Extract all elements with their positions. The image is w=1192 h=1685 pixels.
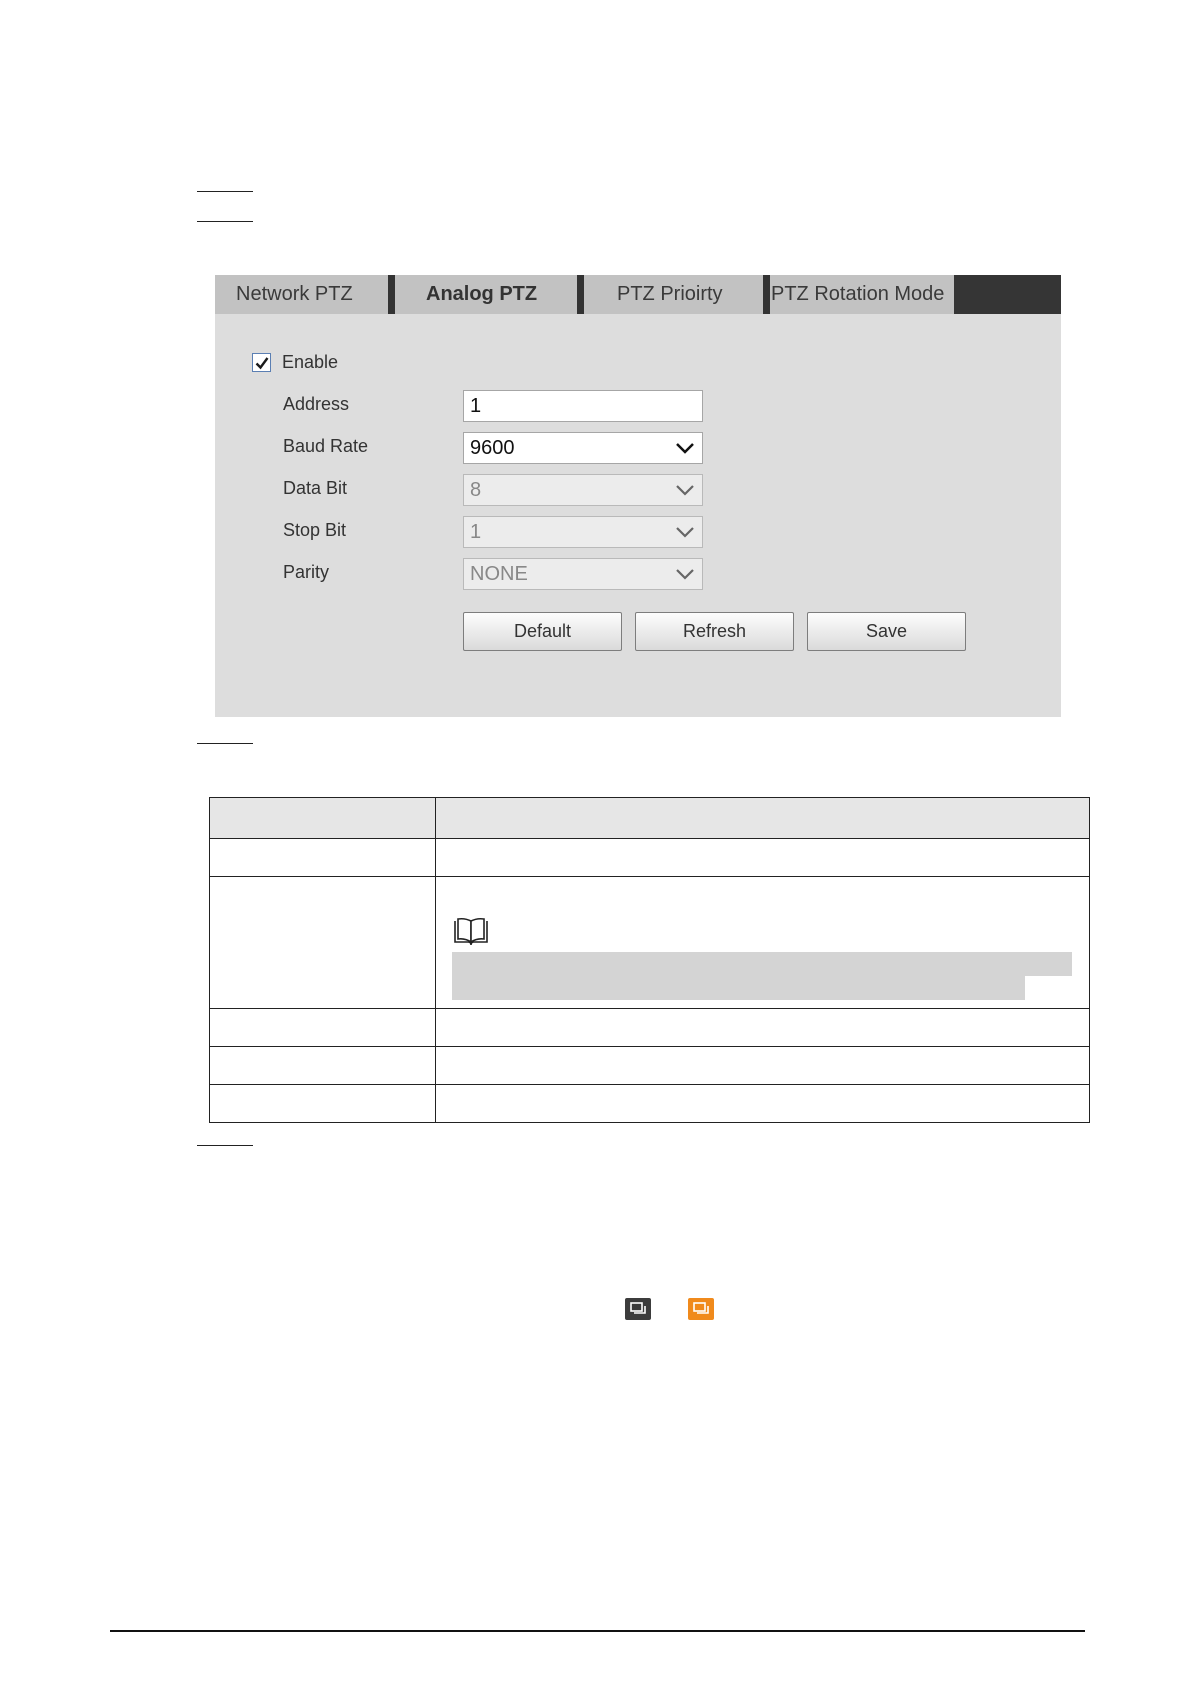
baud-rate-select[interactable]: 9600	[463, 432, 703, 464]
ptz-control-icon	[625, 1298, 651, 1320]
chevron-down-icon	[676, 527, 694, 538]
checkmark-icon	[255, 356, 269, 369]
enable-checkbox[interactable]	[252, 352, 271, 372]
address-label: Address	[283, 394, 350, 414]
table-cell	[435, 1008, 1090, 1047]
table-header-row	[209, 797, 1090, 839]
enable-label: Enable	[282, 351, 339, 372]
table-cell	[209, 1046, 436, 1085]
table-cell	[209, 838, 436, 877]
chevron-down-icon	[676, 443, 694, 454]
baud-rate-label: Baud Rate	[283, 436, 369, 456]
table-row	[209, 876, 1090, 1009]
table-cell	[209, 1008, 436, 1047]
tab-analog-ptz[interactable]: Analog PTZ	[426, 275, 537, 314]
chevron-down-icon	[676, 569, 694, 580]
table-cell	[209, 1084, 436, 1123]
tab-ptz-rotation-mode[interactable]: PTZ Rotation Mode	[771, 275, 944, 314]
address-input[interactable]: 1	[463, 390, 703, 422]
baud-rate-value: 9600	[470, 437, 515, 459]
parameter-table	[209, 797, 1090, 1123]
table-header-cell	[209, 797, 436, 839]
tab-separator	[763, 275, 770, 314]
stop-bit-select[interactable]: 1	[463, 516, 703, 548]
tab-bar-filler	[954, 275, 1061, 314]
parity-select[interactable]: NONE	[463, 558, 703, 590]
table-row	[209, 1008, 1090, 1047]
default-button[interactable]: Default	[463, 612, 622, 651]
enable-row: Enable	[252, 351, 338, 373]
table-cell	[435, 838, 1090, 877]
table-header-cell	[435, 797, 1090, 839]
note-highlight	[452, 976, 1025, 1000]
tab-bar: Network PTZ Analog PTZ PTZ Prioirty PTZ …	[215, 275, 1061, 314]
stop-bit-value: 1	[470, 521, 482, 543]
footer-rule	[110, 1630, 1085, 1632]
refresh-button[interactable]: Refresh	[635, 612, 794, 651]
tab-separator	[577, 275, 584, 314]
step-marker-3	[197, 743, 253, 744]
save-button[interactable]: Save	[807, 612, 966, 651]
table-cell	[435, 1084, 1090, 1123]
note-box	[436, 877, 1089, 1008]
table-row	[209, 1084, 1090, 1123]
chevron-down-icon	[676, 485, 694, 496]
data-bit-label: Data Bit	[283, 478, 348, 498]
table-cell	[209, 876, 436, 1009]
tab-network-ptz[interactable]: Network PTZ	[236, 275, 353, 314]
table-row	[209, 1046, 1090, 1085]
tab-ptz-priority[interactable]: PTZ Prioirty	[617, 275, 723, 314]
data-bit-select[interactable]: 8	[463, 474, 703, 506]
table-cell	[435, 1046, 1090, 1085]
table-row	[209, 838, 1090, 877]
analog-ptz-panel: Network PTZ Analog PTZ PTZ Prioirty PTZ …	[215, 275, 1061, 717]
step-marker-2	[197, 221, 253, 222]
data-bit-value: 8	[470, 479, 482, 501]
parity-label: Parity	[283, 562, 330, 582]
ptz-control-icon-active	[688, 1298, 714, 1320]
parity-value: NONE	[470, 563, 528, 585]
tab-separator	[388, 275, 395, 314]
note-book-icon	[454, 917, 488, 946]
note-highlight	[452, 952, 1072, 976]
step-marker-1	[197, 191, 253, 192]
stop-bit-label: Stop Bit	[283, 520, 347, 540]
table-cell	[435, 876, 1090, 1009]
step-marker-4	[197, 1145, 253, 1146]
